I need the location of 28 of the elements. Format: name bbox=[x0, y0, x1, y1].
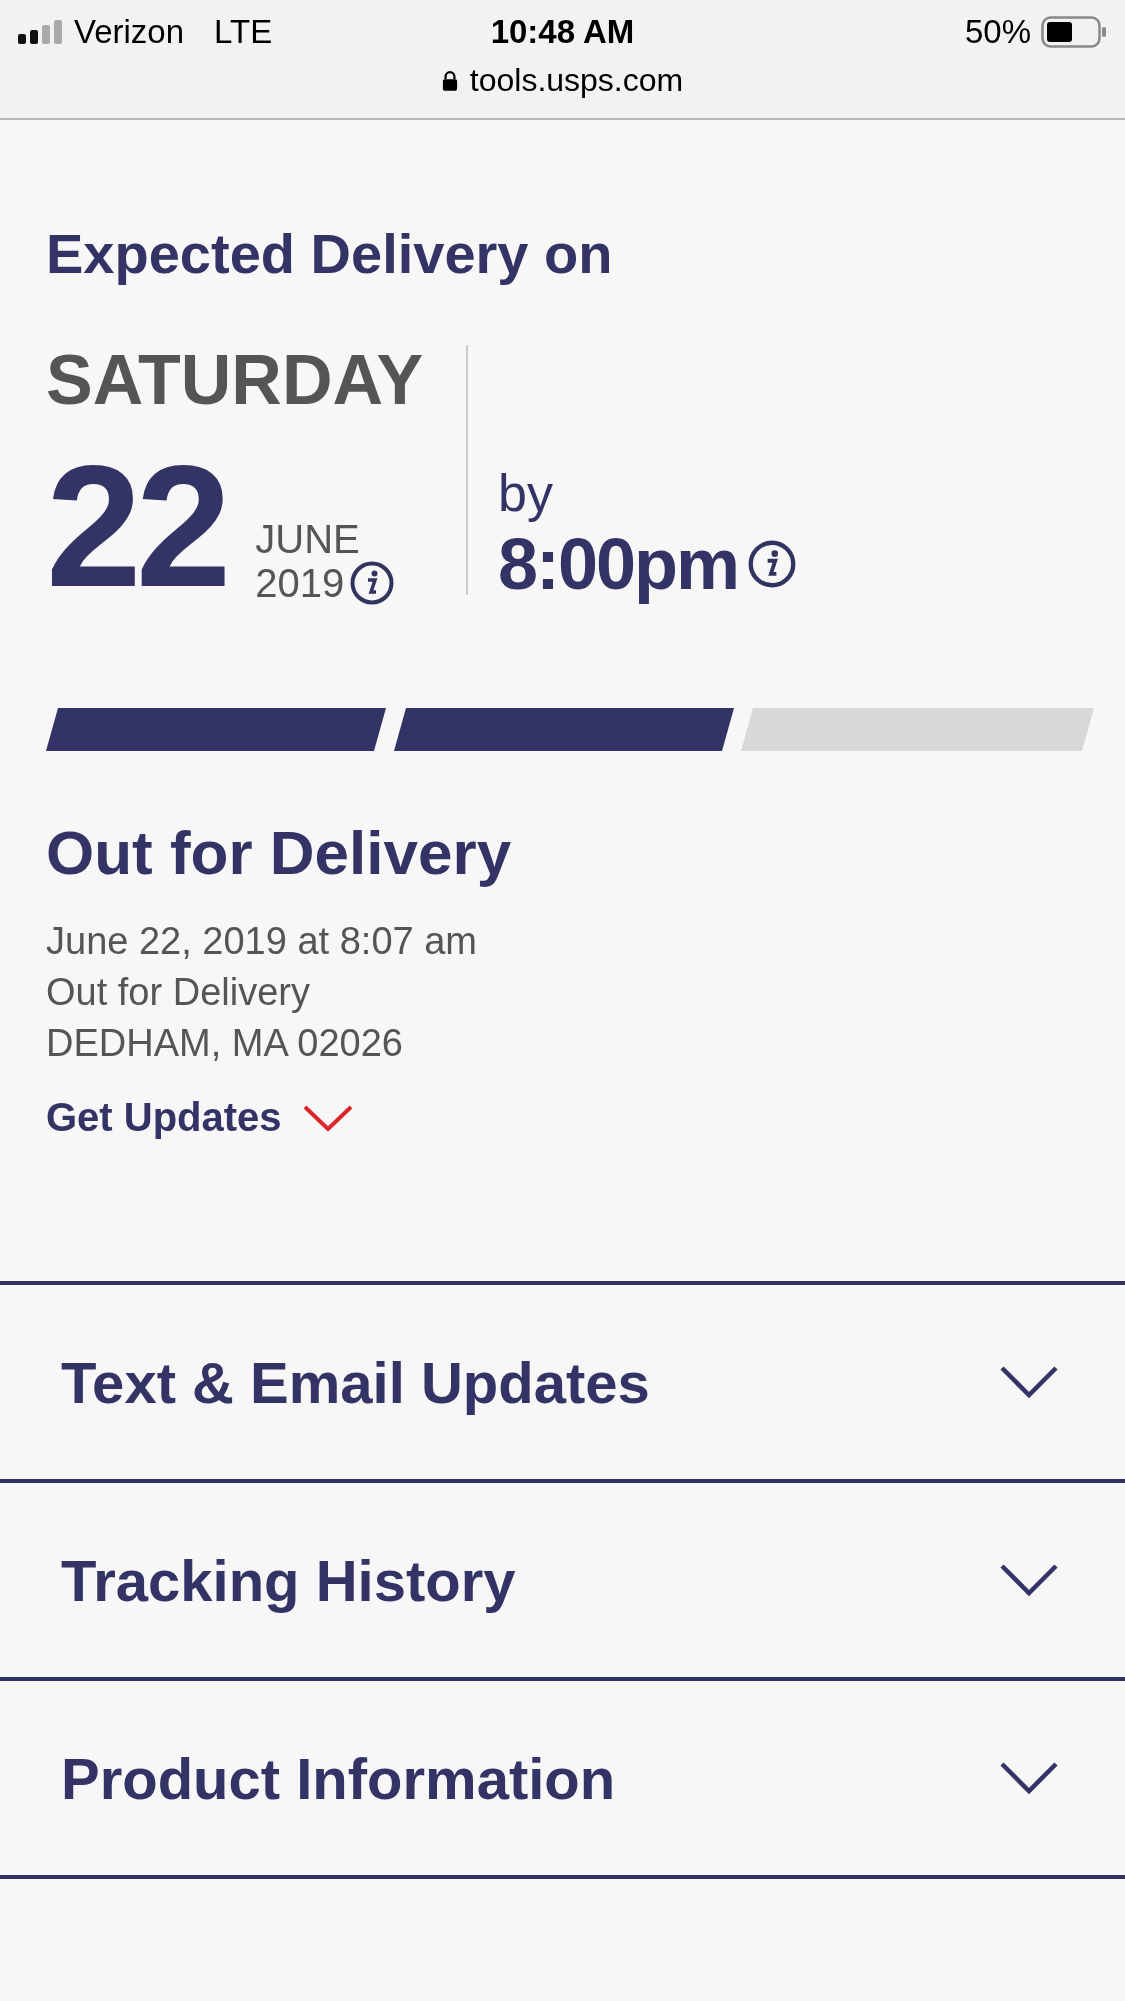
chevron-icon bbox=[301, 1103, 354, 1132]
day-number: 22 bbox=[46, 445, 226, 609]
year-text: 2019 bbox=[255, 560, 345, 605]
network-type: LTE bbox=[214, 13, 273, 51]
delivery-time: 8:00pm bbox=[498, 522, 739, 605]
status-detail: June 22, 2019 at 8:07 am bbox=[46, 918, 478, 964]
battery-icon bbox=[1041, 16, 1107, 48]
chevron-icon bbox=[999, 1563, 1059, 1598]
info-icon[interactable] bbox=[350, 560, 395, 605]
url-text[interactable]: tools.usps.com bbox=[469, 62, 684, 99]
lock-icon bbox=[441, 69, 458, 92]
clock-time: 10:48 AM bbox=[490, 13, 635, 51]
chevron-icon bbox=[999, 1365, 1059, 1400]
weekday-text: SATURDAY bbox=[46, 345, 425, 416]
info-icon[interactable] bbox=[748, 539, 797, 588]
month-text: JUNE bbox=[255, 516, 361, 561]
status-detail: DEDHAM, MA 02026 bbox=[46, 1021, 404, 1067]
carrier-name: Verizon bbox=[74, 13, 185, 51]
accordion-header[interactable]: Tracking History bbox=[0, 1483, 1125, 1678]
chevron-icon bbox=[999, 1761, 1059, 1796]
get-updates-link[interactable]: Get Updates bbox=[46, 1095, 354, 1141]
accordion-header[interactable]: Text & Email Updates bbox=[0, 1285, 1125, 1480]
battery-percent: 50% bbox=[964, 13, 1031, 51]
status-title: Out for Delivery bbox=[46, 816, 513, 888]
accordion-header[interactable]: Product Information bbox=[0, 1681, 1125, 1876]
by-label: by bbox=[498, 462, 554, 523]
delivery-heading: Expected Delivery on bbox=[46, 221, 614, 287]
status-detail: Out for Delivery bbox=[46, 969, 311, 1015]
